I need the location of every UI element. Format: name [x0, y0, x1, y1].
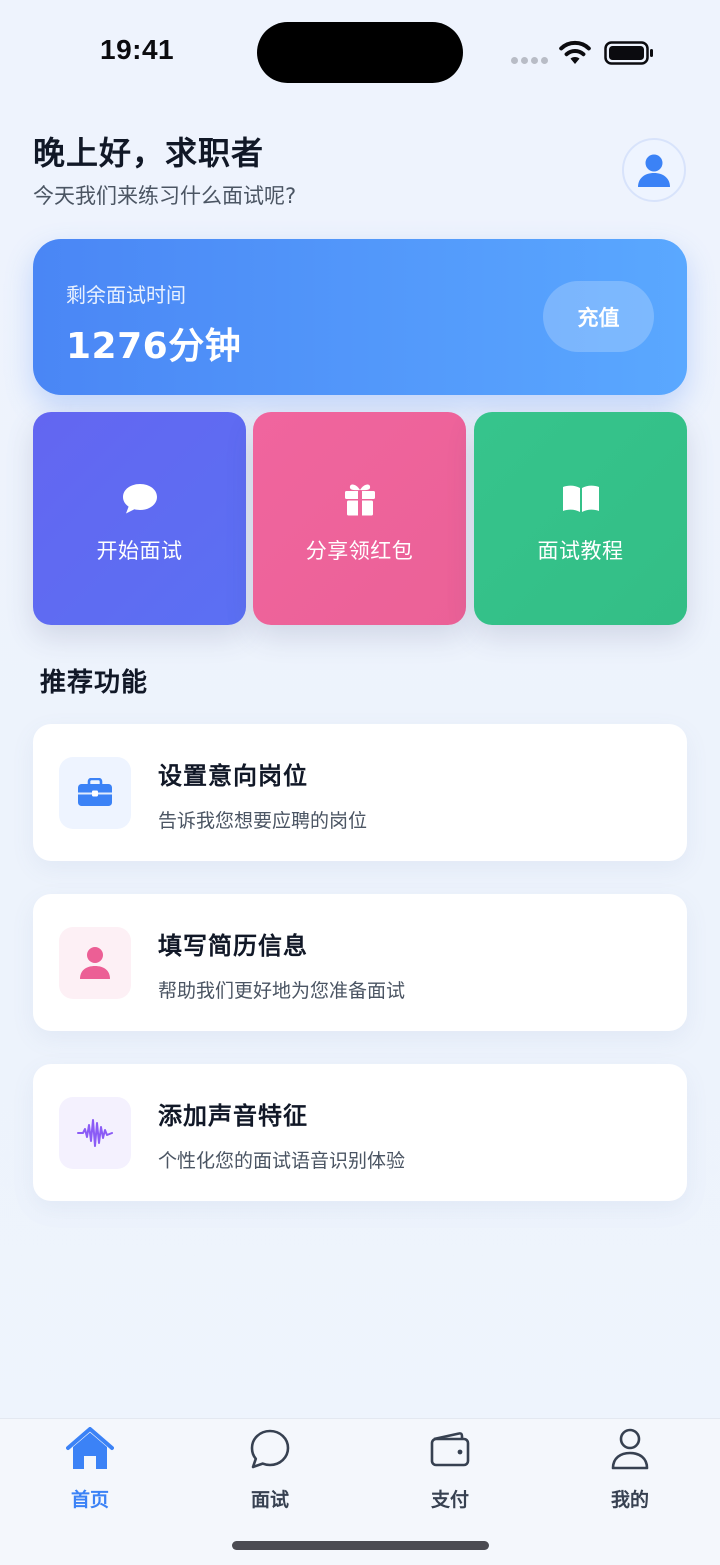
recommended-section-title: 推荐功能	[40, 668, 149, 698]
add-voice-feature-card[interactable]: 添加声音特征 个性化您的面试语音识别体验	[33, 1064, 687, 1201]
profile-icon	[611, 1428, 649, 1470]
remaining-minutes-label: 剩余面试时间	[66, 283, 186, 307]
briefcase-icon	[78, 778, 112, 806]
tab-profile-label: 我的	[610, 1489, 649, 1511]
feature-description: 帮助我们更好地为您准备面试	[158, 980, 406, 1002]
avatar-button[interactable]	[622, 138, 686, 202]
wifi-icon	[559, 40, 591, 64]
signal-dots-icon	[511, 57, 548, 64]
tab-home[interactable]: 首页	[30, 1425, 150, 1512]
tab-home-label: 首页	[70, 1489, 109, 1511]
tab-interview[interactable]: 面试	[210, 1425, 330, 1512]
remaining-minutes-value: 1276分钟	[66, 326, 242, 367]
chat-icon	[250, 1429, 290, 1469]
interview-guide-tile[interactable]: 面试教程	[474, 412, 687, 625]
feature-title: 填写简历信息	[158, 932, 308, 960]
feature-title: 设置意向岗位	[158, 762, 308, 790]
tab-profile[interactable]: 我的	[570, 1425, 690, 1512]
greeting-subtitle: 今天我们来练习什么面试呢?	[33, 184, 297, 208]
start-interview-tile[interactable]: 开始面试	[33, 412, 246, 625]
waveform-icon	[77, 1119, 113, 1147]
home-icon	[66, 1427, 114, 1469]
interview-guide-label: 面试教程	[537, 538, 624, 563]
home-indicator[interactable]	[232, 1541, 489, 1550]
feature-description: 告诉我您想要应聘的岗位	[158, 810, 368, 832]
remaining-minutes-card: 剩余面试时间 1276分钟 充值	[33, 239, 687, 395]
feature-title: 添加声音特征	[158, 1102, 308, 1130]
gift-icon	[344, 483, 375, 516]
fill-resume-card[interactable]: 填写简历信息 帮助我们更好地为您准备面试	[33, 894, 687, 1031]
greeting-title: 晚上好，求职者	[33, 134, 265, 172]
wallet-icon	[430, 1432, 470, 1467]
start-interview-label: 开始面试	[96, 538, 183, 563]
recharge-button[interactable]: 充值	[543, 281, 654, 352]
tab-payment-label: 支付	[430, 1489, 469, 1511]
tab-interview-label: 面试	[250, 1489, 289, 1511]
share-red-packet-label: 分享领红包	[305, 538, 414, 563]
feature-description: 个性化您的面试语音识别体验	[158, 1150, 406, 1172]
chat-bubble-icon	[122, 483, 157, 513]
tab-payment[interactable]: 支付	[390, 1425, 510, 1512]
battery-icon	[604, 41, 653, 65]
status-time: 19:41	[100, 34, 175, 65]
book-icon	[562, 485, 599, 512]
user-icon	[638, 154, 670, 187]
share-red-packet-tile[interactable]: 分享领红包	[253, 412, 466, 625]
dynamic-island	[257, 22, 463, 83]
person-icon	[80, 947, 110, 979]
set-target-position-card[interactable]: 设置意向岗位 告诉我您想要应聘的岗位	[33, 724, 687, 861]
